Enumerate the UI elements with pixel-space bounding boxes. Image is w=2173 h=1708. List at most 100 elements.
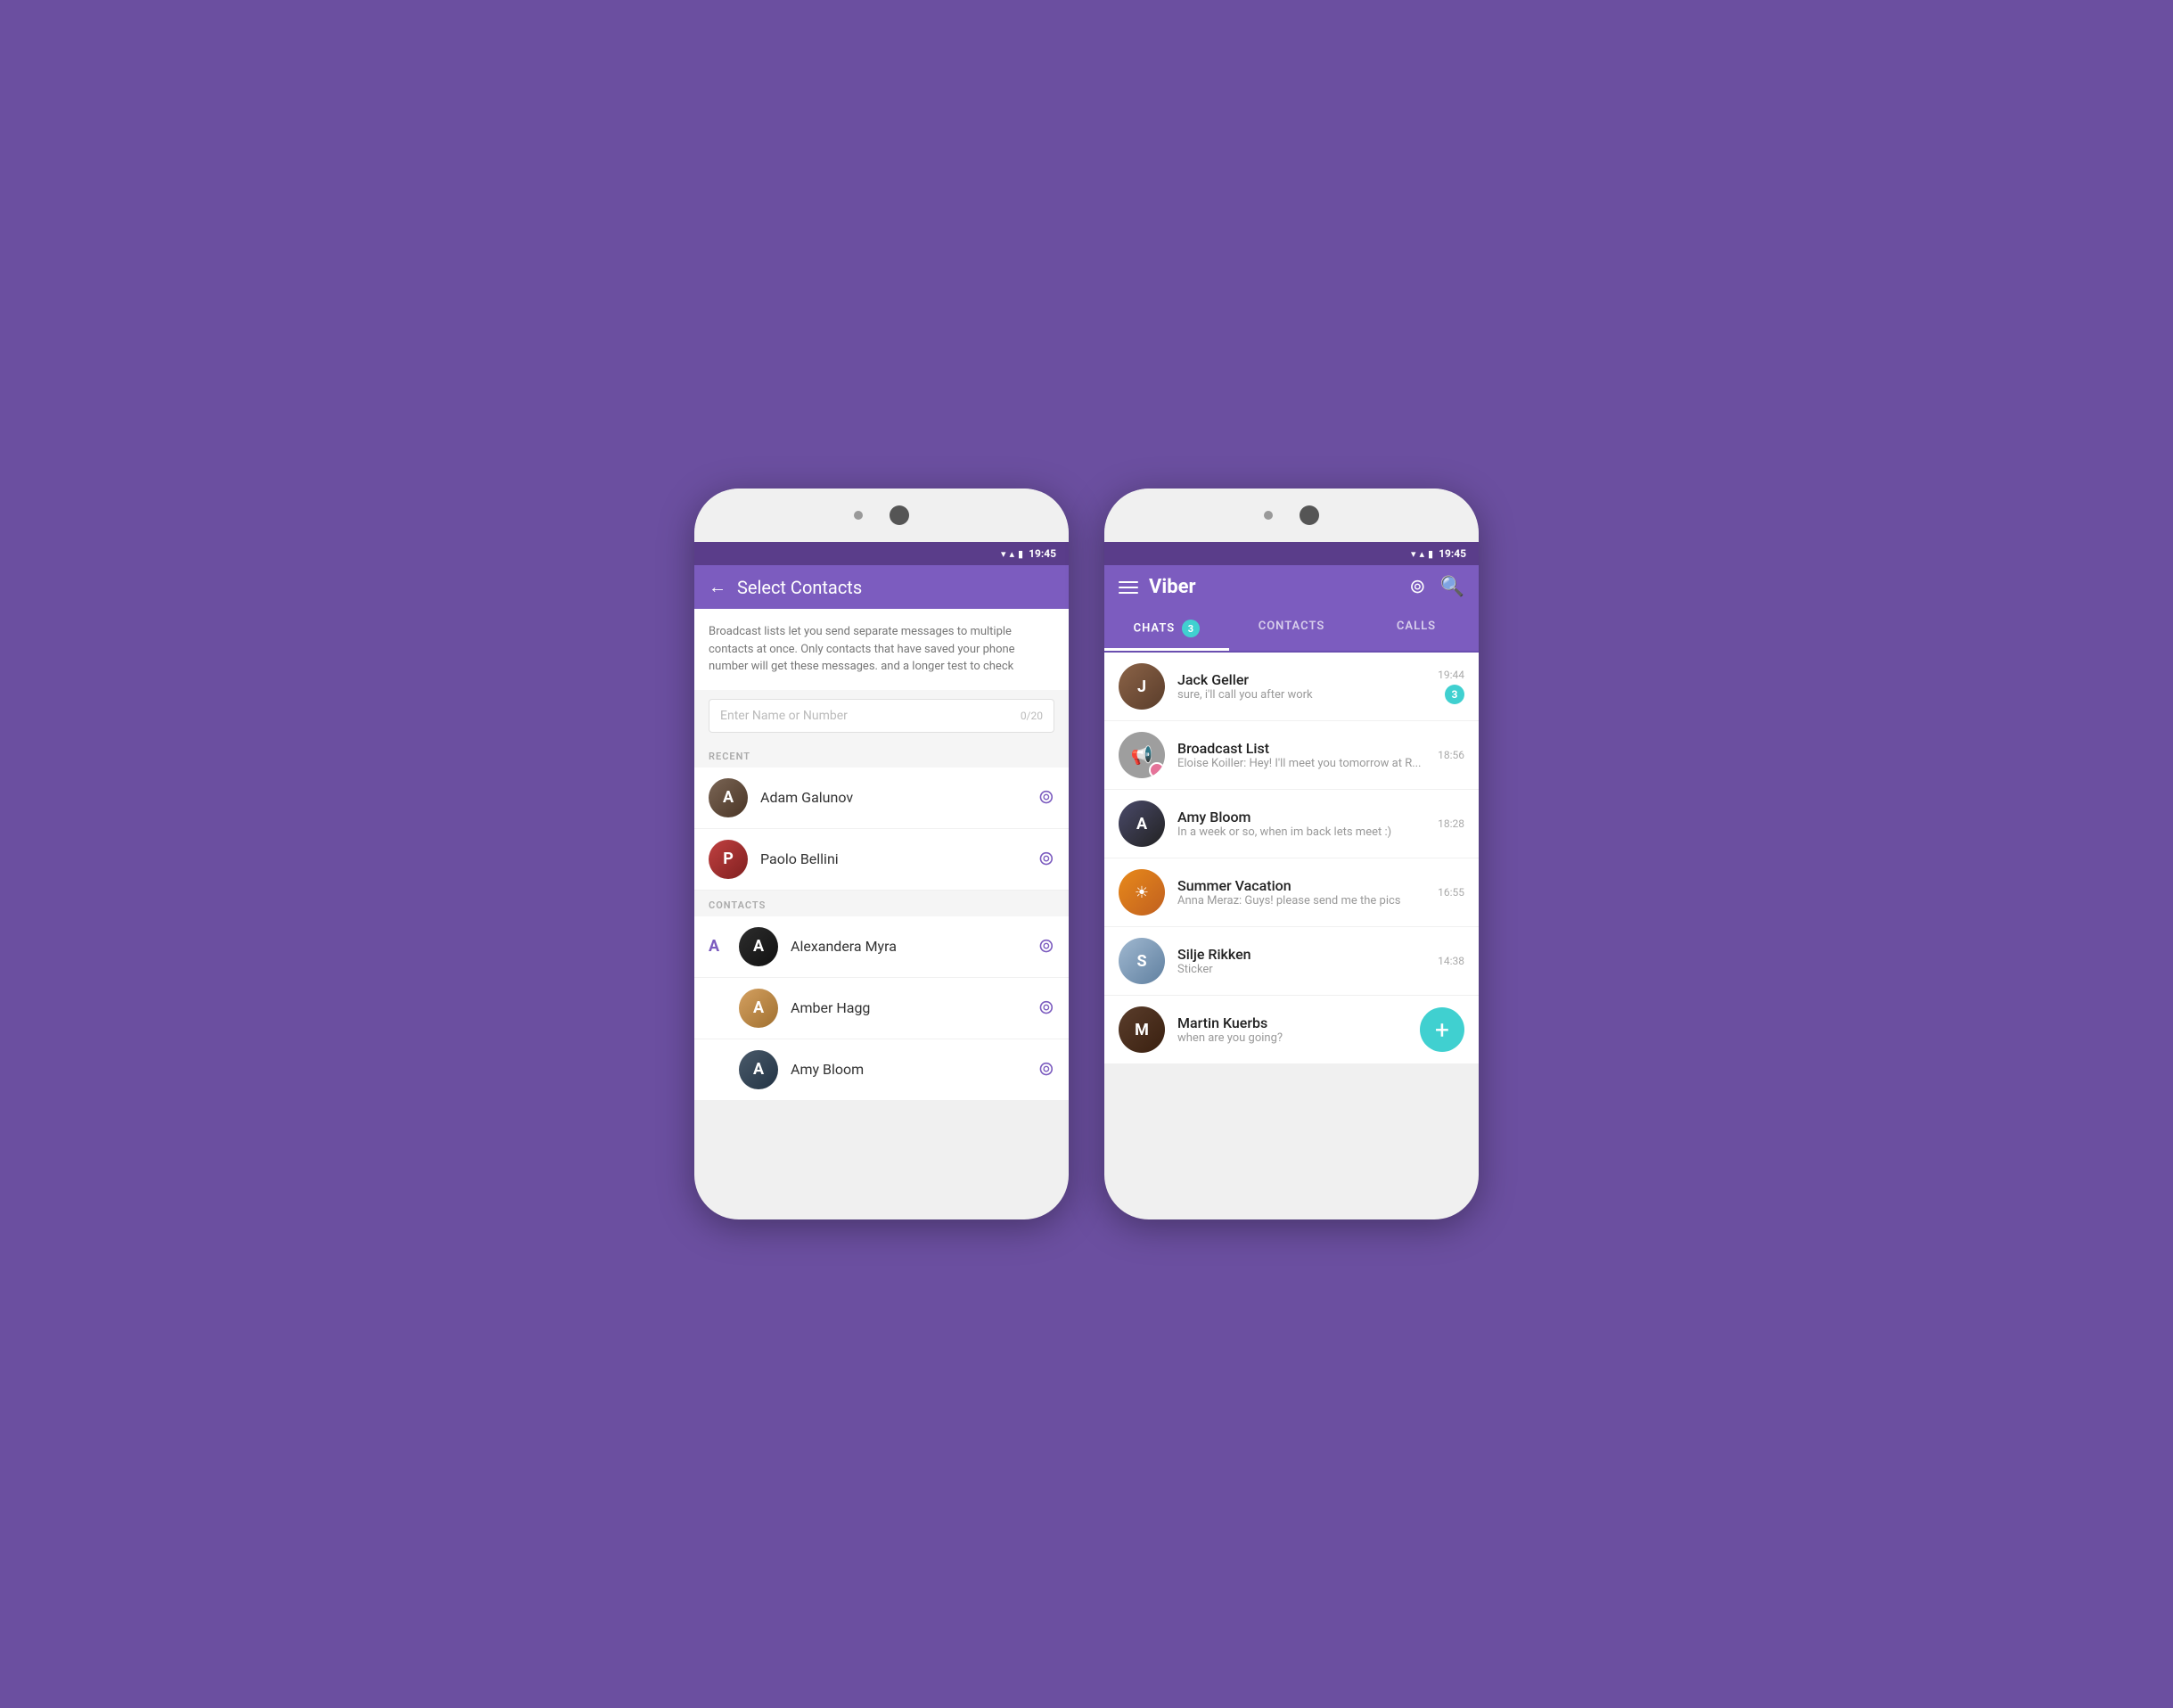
avatar-summer: ☀ (1119, 869, 1165, 916)
tab-chats-label: CHATS (1134, 622, 1176, 636)
tab-chats[interactable]: CHATS 3 (1104, 609, 1229, 651)
search-placeholder: Enter Name or Number (720, 709, 848, 723)
chat-item[interactable]: 📢 Broadcast List Eloise Koiller: Hey! I'… (1104, 721, 1479, 790)
chat-name: Broadcast List (1177, 740, 1425, 757)
chat-item[interactable]: A Amy Bloom In a week or so, when im bac… (1104, 790, 1479, 858)
avatar: A (739, 1050, 778, 1089)
chat-time: 19:44 (1438, 669, 1464, 681)
status-bar-left: ▾ ▴ ▮ 19:45 (694, 542, 1069, 565)
wifi-icon-right: ▾ (1411, 548, 1416, 560)
contacts-list: A A Alexandera Myra ⊚ A Amber Hagg ⊚ A A… (694, 916, 1069, 1101)
app-title: Viber (1149, 576, 1398, 598)
battery-icon-right: ▮ (1428, 548, 1433, 560)
search-counter: 0/20 (1021, 710, 1043, 722)
chat-time: 18:56 (1438, 749, 1464, 761)
viber-icon[interactable]: ⊚ (1038, 997, 1054, 1019)
chat-preview: when are you going? (1177, 1031, 1407, 1045)
chat-item[interactable]: ☀ Summer Vacation Anna Meraz: Guys! plea… (1104, 858, 1479, 927)
broadcast-info: Broadcast lists let you send separate me… (694, 609, 1069, 690)
chat-time: 14:38 (1438, 955, 1464, 967)
avatar: P (709, 840, 748, 879)
avatar: A (709, 778, 748, 817)
tab-calls[interactable]: CALLS (1354, 609, 1479, 651)
chat-info: Silje Rikken Sticker (1177, 946, 1425, 976)
contact-name: Amy Bloom (791, 1061, 1026, 1078)
chat-name: Amy Bloom (1177, 809, 1425, 825)
contacts-label: CONTACTS (694, 891, 1069, 916)
list-item[interactable]: P Paolo Bellini ⊚ (694, 829, 1069, 891)
viber-circle-icon[interactable]: ⊚ (1409, 576, 1425, 598)
chat-item[interactable]: J Jack Geller sure, i'll call you after … (1104, 653, 1479, 721)
chat-preview: In a week or so, when im back lets meet … (1177, 825, 1425, 839)
status-bar-right: ▾ ▴ ▮ 19:45 (1104, 542, 1479, 565)
tab-calls-label: CALLS (1397, 620, 1436, 633)
signal-icon: ▴ (1009, 548, 1014, 560)
tab-contacts-label: CONTACTS (1259, 620, 1325, 633)
recent-label: RECENT (694, 742, 1069, 768)
chat-meta: 18:28 (1438, 817, 1464, 830)
chat-list: J Jack Geller sure, i'll call you after … (1104, 653, 1479, 1064)
avatar-amy: A (1119, 801, 1165, 847)
avatar-martin: M (1119, 1006, 1165, 1053)
chat-name: Summer Vacation (1177, 877, 1425, 894)
wifi-icon: ▾ (1001, 548, 1006, 560)
screen-title: Select Contacts (737, 577, 1054, 598)
contact-name: Adam Galunov (760, 789, 1026, 806)
tabs: CHATS 3 CONTACTS CALLS (1104, 609, 1479, 653)
chat-meta: 16:55 (1438, 886, 1464, 899)
back-button[interactable]: ← (709, 576, 726, 598)
search-input-wrap[interactable]: Enter Name or Number 0/20 (709, 699, 1054, 733)
chat-item[interactable]: S Silje Rikken Sticker 14:38 (1104, 927, 1479, 996)
viber-header: Viber ⊚ 🔍 (1104, 565, 1479, 609)
list-item[interactable]: A Amber Hagg ⊚ (694, 978, 1069, 1039)
viber-icon[interactable]: ⊚ (1038, 1058, 1054, 1080)
chat-info: Jack Geller sure, i'll call you after wo… (1177, 671, 1425, 702)
contact-name: Amber Hagg (791, 999, 1026, 1016)
unread-badge: 3 (1445, 685, 1464, 704)
list-item[interactable]: A Adam Galunov ⊚ (694, 768, 1069, 829)
tab-contacts[interactable]: CONTACTS (1229, 609, 1354, 651)
list-item[interactable]: A A Alexandera Myra ⊚ (694, 916, 1069, 978)
phone-sensor-right (1264, 511, 1273, 520)
hamburger-menu[interactable] (1119, 581, 1138, 594)
chat-name: Jack Geller (1177, 671, 1425, 688)
battery-icon: ▮ (1018, 548, 1023, 560)
app-header-left: ← Select Contacts (694, 565, 1069, 609)
chat-time: 16:55 (1438, 886, 1464, 899)
search-section: Enter Name or Number 0/20 (694, 690, 1069, 742)
status-time-right: 19:45 (1439, 547, 1466, 560)
status-icons: ▾ ▴ ▮ (1001, 548, 1023, 560)
viber-icon[interactable]: ⊚ (1038, 786, 1054, 809)
status-icons-right: ▾ ▴ ▮ (1411, 548, 1433, 560)
chat-preview: sure, i'll call you after work (1177, 688, 1425, 702)
alpha-label: A (709, 937, 726, 956)
chat-info: Amy Bloom In a week or so, when im back … (1177, 809, 1425, 839)
viber-icon[interactable]: ⊚ (1038, 935, 1054, 957)
chat-preview: Sticker (1177, 963, 1425, 976)
chat-preview: Eloise Koiller: Hey! I'll meet you tomor… (1177, 757, 1425, 770)
new-chat-fab[interactable]: + (1420, 1007, 1464, 1052)
avatar: A (739, 927, 778, 966)
chat-item[interactable]: M Martin Kuerbs when are you going? + (1104, 996, 1479, 1064)
chat-meta: 18:56 (1438, 749, 1464, 761)
phone-sensor (854, 511, 863, 520)
status-time-left: 19:45 (1029, 547, 1056, 560)
phone-bottom-right (1104, 1064, 1479, 1118)
header-icons: ⊚ 🔍 (1409, 576, 1464, 598)
mini-avatar (1149, 762, 1165, 778)
chat-name: Silje Rikken (1177, 946, 1425, 963)
phone-screen-left: ▾ ▴ ▮ 19:45 ← Select Contacts Broadcast … (694, 542, 1069, 1101)
chat-name: Martin Kuerbs (1177, 1014, 1407, 1031)
phone-camera-right (1300, 505, 1319, 525)
search-icon[interactable]: 🔍 (1440, 576, 1464, 598)
phone-screen-right: ▾ ▴ ▮ 19:45 Viber ⊚ 🔍 CHATS 3 (1104, 542, 1479, 1064)
chat-time: 18:28 (1438, 817, 1464, 830)
phone-bottom-left (694, 1101, 1069, 1154)
signal-icon-right: ▴ (1419, 548, 1424, 560)
chat-meta: 19:44 3 (1438, 669, 1464, 704)
list-item[interactable]: A Amy Bloom ⊚ (694, 1039, 1069, 1101)
phone-top-right (1104, 489, 1479, 542)
viber-icon[interactable]: ⊚ (1038, 848, 1054, 870)
phone-right: ▾ ▴ ▮ 19:45 Viber ⊚ 🔍 CHATS 3 (1104, 489, 1479, 1219)
chat-preview: Anna Meraz: Guys! please send me the pic… (1177, 894, 1425, 907)
